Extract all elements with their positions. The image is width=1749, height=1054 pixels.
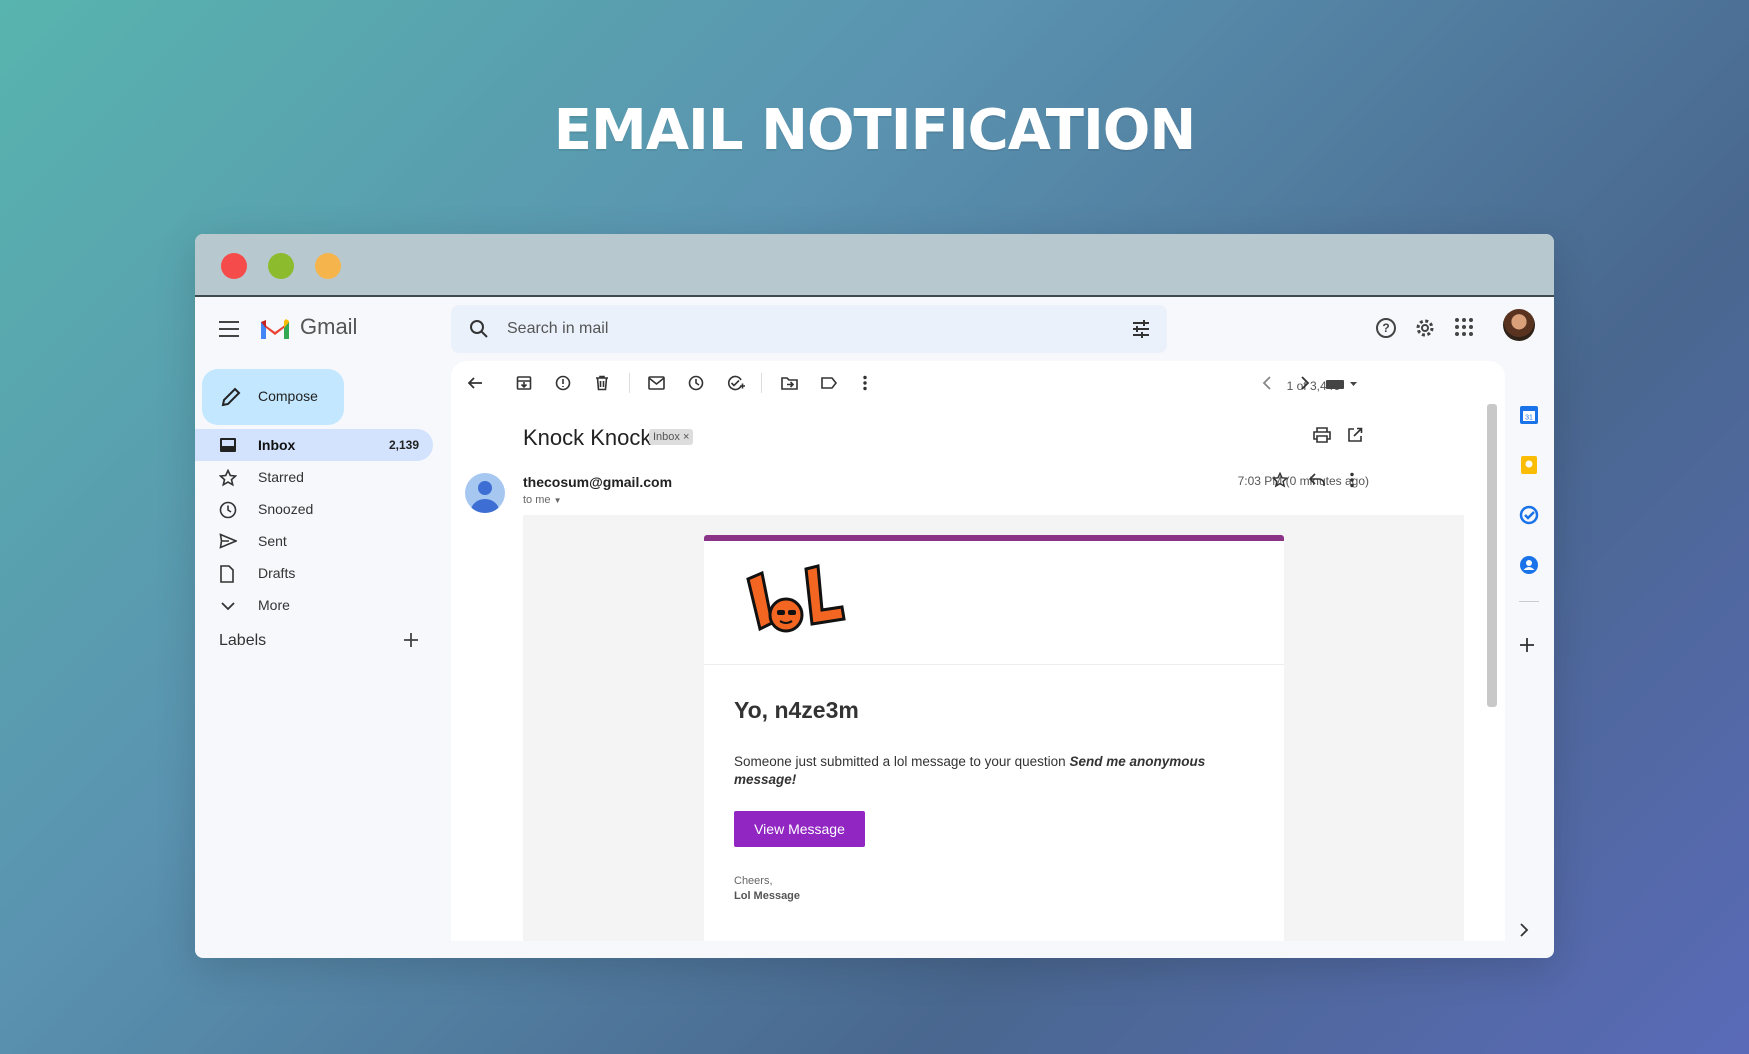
sidebar-item-label: Drafts xyxy=(258,565,296,581)
caret-down-icon[interactable]: ▼ xyxy=(554,496,562,505)
email-message: Someone just submitted a lol message to … xyxy=(734,753,1234,789)
compose-label: Compose xyxy=(258,388,318,404)
sidebar-item-more[interactable]: More xyxy=(195,589,435,621)
sidebar-item-starred[interactable]: Starred xyxy=(195,461,435,493)
signoff-text: Cheers, xyxy=(734,875,773,887)
view-message-button[interactable]: View Message xyxy=(734,811,865,847)
report-spam-icon[interactable] xyxy=(555,375,571,391)
send-icon xyxy=(219,533,237,549)
label-icon[interactable] xyxy=(821,376,837,390)
banner-title: EMAIL NOTIFICATION xyxy=(553,98,1197,163)
message-pane: 1 of 3,446 Knock Knock Inbox × thecosum@… xyxy=(451,361,1505,941)
svg-text:31: 31 xyxy=(1525,415,1533,422)
more-vert-icon[interactable] xyxy=(862,375,868,391)
search-icon[interactable] xyxy=(469,319,489,339)
chevron-right-icon[interactable] xyxy=(1519,923,1529,937)
chevron-down-icon xyxy=(221,602,235,611)
keep-icon[interactable] xyxy=(1519,455,1539,475)
keyboard-icon[interactable] xyxy=(1326,378,1358,390)
search-bar[interactable]: Search in mail xyxy=(451,305,1167,353)
clock-icon xyxy=(219,501,237,519)
sidebar-item-inbox[interactable]: Inbox 2,139 xyxy=(195,429,433,461)
menu-icon[interactable] xyxy=(219,321,239,342)
recipient-label: to me xyxy=(523,494,551,506)
svg-text:?: ? xyxy=(1382,321,1389,335)
draft-icon xyxy=(220,565,234,583)
move-to-icon[interactable] xyxy=(781,376,798,390)
inbox-icon xyxy=(220,438,236,452)
window-titlebar xyxy=(195,234,1554,297)
add-label-icon[interactable] xyxy=(403,632,419,648)
pencil-icon xyxy=(221,387,241,407)
sidebar-item-label: Starred xyxy=(258,469,304,485)
print-icon[interactable] xyxy=(1313,427,1331,443)
minimize-window-button[interactable] xyxy=(268,253,294,279)
close-window-button[interactable] xyxy=(221,253,247,279)
account-avatar[interactable] xyxy=(1503,309,1535,341)
remove-label-icon[interactable]: × xyxy=(683,431,689,443)
star-icon[interactable] xyxy=(1272,472,1288,488)
maximize-window-button[interactable] xyxy=(315,253,341,279)
snooze-clock-icon[interactable] xyxy=(688,375,704,391)
sidebar-item-snoozed[interactable]: Snoozed xyxy=(195,493,435,525)
calendar-icon[interactable]: 31 xyxy=(1519,405,1539,425)
compose-button[interactable]: Compose xyxy=(202,369,344,425)
app-window: Gmail Search in mail ? Compose Inbox 2,1… xyxy=(195,234,1554,958)
mark-unread-icon[interactable] xyxy=(648,376,665,390)
gmail-header: Gmail Search in mail ? xyxy=(195,297,1554,365)
badge-label: Inbox xyxy=(653,431,680,443)
sidebar-item-label: Sent xyxy=(258,533,287,549)
sidebar-item-drafts[interactable]: Drafts xyxy=(195,557,435,589)
settings-gear-icon[interactable] xyxy=(1414,317,1436,339)
sender-avatar[interactable] xyxy=(465,473,505,513)
email-signoff: Cheers, Lol Message xyxy=(734,874,800,904)
tasks-icon[interactable] xyxy=(1519,505,1539,525)
search-options-icon[interactable] xyxy=(1131,319,1151,339)
scrollbar[interactable] xyxy=(1487,404,1497,707)
sidebar-item-label: Snoozed xyxy=(258,501,314,517)
sender-email[interactable]: thecosum@gmail.com xyxy=(523,474,672,490)
delete-icon[interactable] xyxy=(594,375,610,391)
unread-count: 2,139 xyxy=(388,438,419,452)
search-input[interactable]: Search in mail xyxy=(507,320,608,338)
email-body-container: Yo, n4ze3m Someone just submitted a lol … xyxy=(523,515,1464,941)
email-text: Someone just submitted a lol message to … xyxy=(734,754,1070,769)
star-icon xyxy=(219,469,237,487)
back-arrow-icon[interactable] xyxy=(467,375,483,391)
contacts-icon[interactable] xyxy=(1519,555,1539,575)
gmail-logo-icon[interactable] xyxy=(259,317,291,341)
more-vert-icon[interactable] xyxy=(1349,472,1355,488)
email-card-header xyxy=(704,541,1284,665)
add-addon-icon[interactable] xyxy=(1519,637,1535,653)
help-icon[interactable]: ? xyxy=(1375,317,1397,339)
email-subject: Knock Knock xyxy=(523,425,652,450)
add-to-tasks-icon[interactable] xyxy=(727,375,745,391)
sidebar: Compose Inbox 2,139 Starred Snoozed Sent… xyxy=(195,365,435,958)
app-name: Gmail xyxy=(300,314,358,339)
chevron-left-icon[interactable] xyxy=(1262,376,1272,390)
email-greeting: Yo, n4ze3m xyxy=(734,697,859,723)
open-new-window-icon[interactable] xyxy=(1347,427,1363,443)
inbox-label-badge[interactable]: Inbox × xyxy=(649,429,694,445)
email-card: Yo, n4ze3m Someone just submitted a lol … xyxy=(704,535,1284,941)
archive-icon[interactable] xyxy=(516,375,532,391)
signature-text: Lol Message xyxy=(734,890,801,902)
lol-logo xyxy=(746,564,846,633)
sidebar-item-label: Inbox xyxy=(258,437,296,453)
sidebar-item-label: More xyxy=(258,597,290,613)
labels-heading: Labels xyxy=(219,632,267,649)
sidebar-item-sent[interactable]: Sent xyxy=(195,525,435,557)
chevron-right-icon[interactable] xyxy=(1300,376,1310,390)
reply-icon[interactable] xyxy=(1309,473,1325,487)
apps-grid-icon[interactable] xyxy=(1454,317,1474,337)
side-panel: 31 xyxy=(1505,365,1554,958)
recipient-details[interactable]: to me ▼ xyxy=(523,494,562,506)
